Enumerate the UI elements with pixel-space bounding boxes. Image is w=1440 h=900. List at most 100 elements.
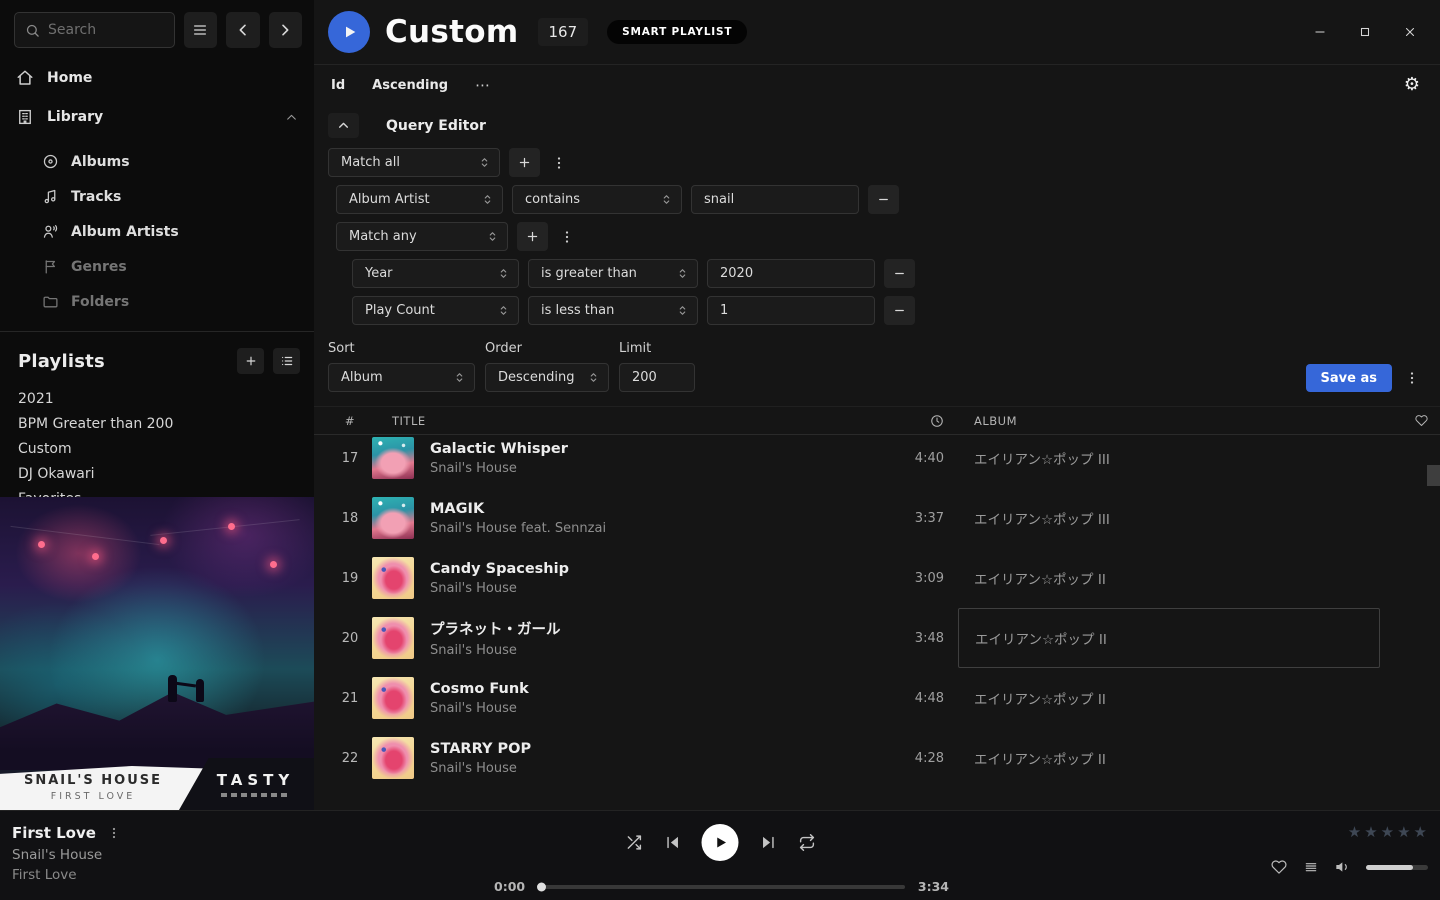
- search-input[interactable]: [48, 22, 164, 38]
- sidebar-item-albums[interactable]: Albums: [0, 144, 314, 179]
- add-rule-button[interactable]: [509, 148, 540, 177]
- save-menu-button[interactable]: [1402, 363, 1422, 392]
- playlist-item[interactable]: 2021: [0, 386, 314, 411]
- sidebar-item-label: Library: [47, 109, 103, 125]
- volume-slider-fill: [1366, 865, 1413, 870]
- select-value: Album Artist: [349, 192, 483, 207]
- limit-input[interactable]: [619, 363, 695, 392]
- track-number: 20: [328, 631, 372, 646]
- track-album: エイリアン☆ポップ II: [974, 688, 1106, 708]
- rule-field-select[interactable]: Year: [352, 259, 519, 288]
- column-duration[interactable]: [882, 414, 958, 428]
- table-row[interactable]: 19 Candy Spaceship Snail's House 3:09 エイ…: [314, 548, 1440, 608]
- match-type-select[interactable]: Match all: [328, 148, 500, 177]
- now-playing-album-art: SNAIL'S HOUSE FIRST LOVE TASTY: [0, 497, 314, 810]
- rule-field-select[interactable]: Play Count: [352, 296, 519, 325]
- add-playlist-button[interactable]: [237, 348, 264, 374]
- star-icon[interactable]: ★: [1414, 825, 1427, 840]
- table-row[interactable]: 17 Galactic Whisper Snail's House 4:40 エ…: [314, 435, 1440, 488]
- settings-gear-icon[interactable]: ⚙: [1404, 76, 1420, 94]
- star-icon[interactable]: ★: [1364, 825, 1377, 840]
- previous-track-button[interactable]: [663, 833, 683, 853]
- volume-button[interactable]: [1334, 858, 1352, 876]
- column-index[interactable]: #: [328, 414, 372, 428]
- window-controls: [1312, 24, 1418, 40]
- column-favorite[interactable]: [1394, 414, 1428, 427]
- album-art-thumbnail: [372, 437, 414, 479]
- select-value: Year: [365, 266, 499, 281]
- table-row[interactable]: 21 Cosmo Funk Snail's House 4:48 エイリアン☆ポ…: [314, 668, 1440, 728]
- group-menu-button[interactable]: [557, 222, 577, 251]
- queue-button[interactable]: [1302, 858, 1320, 876]
- table-row[interactable]: 22 STARRY POP Snail's House 4:28 エイリアン☆ポ…: [314, 728, 1440, 788]
- rule-value-input[interactable]: [691, 185, 859, 214]
- playlist-item[interactable]: DJ Okawari: [0, 461, 314, 486]
- search-box[interactable]: [14, 12, 175, 48]
- manage-playlists-button[interactable]: [273, 348, 300, 374]
- more-options-icon[interactable]: ⋯: [475, 76, 491, 94]
- playlist-item[interactable]: Custom: [0, 436, 314, 461]
- sidebar-item-tracks[interactable]: Tracks: [0, 179, 314, 214]
- group-match-type-select[interactable]: Match any: [336, 222, 508, 251]
- seek-slider[interactable]: [538, 885, 905, 889]
- next-track-button[interactable]: [758, 833, 778, 853]
- table-row[interactable]: 20 プラネット・ガール Snail's House 3:48 エイリアン☆ポッ…: [314, 608, 1440, 668]
- now-playing-title[interactable]: First Love: [12, 824, 96, 842]
- favorite-button[interactable]: [1270, 858, 1288, 876]
- sidebar-menu-button[interactable]: [184, 12, 217, 48]
- play-pause-button[interactable]: [702, 824, 739, 861]
- play-playlist-button[interactable]: [328, 11, 370, 53]
- volume-slider[interactable]: [1366, 865, 1428, 870]
- chevron-up-icon[interactable]: [285, 111, 298, 124]
- focused-album-cell[interactable]: エイリアン☆ポップ II: [958, 608, 1380, 668]
- track-album: エイリアン☆ポップ II: [974, 568, 1106, 588]
- shuffle-button[interactable]: [624, 833, 644, 853]
- save-as-button[interactable]: Save as: [1306, 364, 1392, 392]
- sidebar-item-genres[interactable]: Genres: [0, 249, 314, 284]
- rule-operator-select[interactable]: contains: [512, 185, 682, 214]
- star-icon[interactable]: ★: [1381, 825, 1394, 840]
- repeat-button[interactable]: [797, 833, 817, 853]
- art-brand-subtext: [221, 793, 291, 797]
- sidebar-item-album-artists[interactable]: Album Artists: [0, 214, 314, 249]
- playlist-item[interactable]: BPM Greater than 200: [0, 411, 314, 436]
- dots-vertical-icon[interactable]: [107, 826, 121, 840]
- dots-vertical-icon: [551, 155, 567, 171]
- remove-rule-button[interactable]: [868, 185, 899, 214]
- sort-field-label[interactable]: Id: [331, 78, 345, 93]
- rule-group-menu-button[interactable]: [549, 148, 569, 177]
- now-playing-album[interactable]: First Love: [12, 867, 121, 883]
- rule-field-select[interactable]: Album Artist: [336, 185, 503, 214]
- add-group-rule-button[interactable]: [517, 222, 548, 251]
- rule-operator-select[interactable]: is less than: [528, 296, 698, 325]
- rule-value-input[interactable]: [707, 259, 875, 288]
- sort-select[interactable]: Album: [328, 363, 475, 392]
- order-select[interactable]: Descending: [485, 363, 609, 392]
- sidebar-item-home[interactable]: Home: [0, 66, 314, 90]
- track-album: エイリアン☆ポップ III: [974, 508, 1110, 528]
- rule-value-input[interactable]: [707, 296, 875, 325]
- collapse-query-editor-button[interactable]: [328, 113, 359, 138]
- column-title[interactable]: TITLE: [372, 414, 882, 428]
- sidebar-item-library[interactable]: Library: [0, 105, 314, 129]
- maximize-button[interactable]: [1357, 24, 1373, 40]
- nav-back-button[interactable]: [226, 12, 259, 48]
- table-row[interactable]: 18 MAGIK Snail's House feat. Sennzai 3:3…: [314, 488, 1440, 548]
- sidebar-item-folders[interactable]: Folders: [0, 284, 314, 319]
- star-icon[interactable]: ★: [1348, 825, 1361, 840]
- lantern-wire: [10, 526, 159, 545]
- nav-forward-button[interactable]: [269, 12, 302, 48]
- page-title: Custom: [385, 14, 519, 50]
- minimize-button[interactable]: [1312, 24, 1328, 40]
- column-album[interactable]: ALBUM: [958, 414, 1394, 428]
- remove-rule-button[interactable]: [884, 259, 915, 288]
- scrollbar-thumb[interactable]: [1427, 465, 1440, 486]
- remove-rule-button[interactable]: [884, 296, 915, 325]
- close-button[interactable]: [1402, 24, 1418, 40]
- sort-direction-label[interactable]: Ascending: [372, 78, 448, 93]
- now-playing-artist[interactable]: Snail's House: [12, 847, 121, 863]
- rule-operator-select[interactable]: is greater than: [528, 259, 698, 288]
- seek-slider-thumb[interactable]: [537, 882, 546, 891]
- track-number: 17: [328, 451, 372, 466]
- star-icon[interactable]: ★: [1397, 825, 1410, 840]
